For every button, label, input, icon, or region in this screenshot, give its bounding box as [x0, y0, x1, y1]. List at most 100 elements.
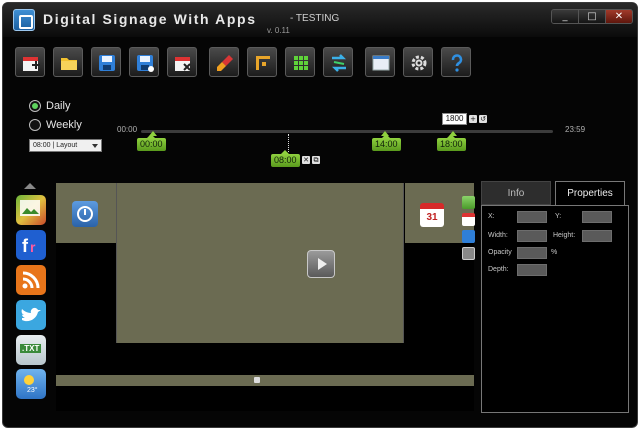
image-zone-icon[interactable]: [462, 196, 475, 209]
minimize-button[interactable]: _: [552, 10, 579, 23]
weekly-radio[interactable]: [29, 119, 41, 131]
depth-field[interactable]: [517, 264, 547, 276]
copy-marker-icon[interactable]: ⧉: [312, 156, 320, 164]
window-icon: [372, 55, 390, 71]
x-label: X:: [488, 213, 495, 220]
folder-icon: [61, 58, 77, 70]
text-file-widget[interactable]: .TXT: [16, 335, 46, 365]
clock-icon: [72, 201, 98, 227]
app-window: Digital Signage With Apps - TESTING v. 0…: [2, 2, 638, 428]
timeline-end-label: 23:59: [565, 125, 586, 134]
calendar-icon: 31: [420, 203, 444, 227]
layout-select-value: 08:00 | Layout: [33, 142, 78, 149]
video-zone-icon[interactable]: [462, 247, 475, 260]
gear-icon: [411, 55, 427, 71]
calendar-close-icon: [175, 57, 191, 71]
timeline-marker[interactable]: 08:00: [271, 150, 300, 167]
grid-button[interactable]: [285, 47, 315, 77]
floppy-star-icon: [137, 55, 154, 72]
tab-properties[interactable]: Properties: [555, 181, 625, 207]
calendar-add-icon: [23, 57, 40, 71]
play-icon: [307, 250, 335, 278]
properties-panel: Info Properties X: Y: Width: Height: Opa…: [481, 181, 629, 413]
rss-widget[interactable]: [16, 265, 46, 295]
width-field[interactable]: [517, 230, 547, 242]
daily-label: Daily: [46, 100, 71, 112]
y-label: Y:: [555, 213, 562, 220]
frame-icon: [256, 56, 270, 70]
timeline-marker[interactable]: 00:00: [137, 134, 166, 151]
x-field[interactable]: [517, 211, 547, 223]
svg-text:f: f: [22, 236, 29, 256]
new-layout-button[interactable]: [15, 47, 45, 77]
broom-icon: [217, 55, 233, 71]
video-zone[interactable]: [116, 183, 404, 343]
save-button[interactable]: [91, 47, 121, 77]
chevron-down-icon: [92, 144, 98, 148]
slideshow-widget[interactable]: [16, 195, 46, 225]
tab-info[interactable]: Info: [481, 181, 551, 205]
sync-icon: [331, 54, 347, 72]
window-button[interactable]: [365, 47, 395, 77]
rss-icon: [22, 271, 40, 289]
timeline-marker[interactable]: 14:00: [372, 134, 401, 151]
opacity-label: Opacity: [488, 249, 512, 256]
svg-text:r: r: [30, 239, 36, 255]
height-field[interactable]: [582, 230, 612, 242]
resize-handle[interactable]: [254, 377, 260, 383]
app-logo-icon: [13, 9, 35, 31]
layout-select[interactable]: 08:00 | Layout: [29, 139, 102, 152]
clear-button[interactable]: [209, 47, 239, 77]
title-bar[interactable]: Digital Signage With Apps - TESTING v. 0…: [3, 3, 637, 37]
height-label: Height:: [553, 232, 576, 239]
clock-zone[interactable]: [56, 183, 116, 243]
images-icon: [20, 200, 40, 216]
settings-button[interactable]: [403, 47, 433, 77]
save-as-button[interactable]: [129, 47, 159, 77]
twitter-bird-icon: [21, 307, 41, 322]
weather-widget[interactable]: 23°: [16, 369, 46, 399]
txt-label: .TXT: [20, 344, 42, 353]
sun-icon: [24, 375, 34, 385]
opacity-field[interactable]: [517, 247, 547, 259]
open-button[interactable]: [53, 47, 83, 77]
timeline-start-label: 00:00: [117, 125, 138, 134]
opacity-unit: %: [551, 249, 558, 256]
layout-canvas[interactable]: 31: [56, 183, 474, 411]
twitter-widget[interactable]: [16, 300, 46, 330]
app-subtitle: - TESTING: [290, 13, 340, 24]
frame-button[interactable]: [247, 47, 277, 77]
daily-option[interactable]: Daily: [29, 98, 70, 114]
close-button[interactable]: ✕: [606, 10, 632, 23]
maximize-button[interactable]: □: [579, 10, 606, 23]
floppy-icon: [99, 55, 115, 71]
weekly-option[interactable]: Weekly: [29, 117, 82, 133]
app-version: v. 0.11: [267, 26, 290, 35]
timeline-marker[interactable]: 18:00: [437, 134, 466, 151]
help-icon: [451, 54, 463, 72]
duration-input[interactable]: 1800: [442, 113, 467, 125]
flickr-widget[interactable]: fr: [16, 230, 46, 260]
app-title: Digital Signage With Apps: [43, 11, 257, 27]
weekly-label: Weekly: [46, 119, 82, 131]
y-field[interactable]: [582, 211, 612, 223]
weather-temp: 23°: [27, 387, 38, 394]
add-duration-icon[interactable]: +: [469, 115, 477, 123]
grid-icon: [294, 56, 308, 70]
reset-duration-icon[interactable]: ↺: [479, 115, 487, 123]
widgets-scroll-up[interactable]: [24, 183, 36, 189]
sync-button[interactable]: [323, 47, 353, 77]
window-controls: _ □ ✕: [551, 9, 633, 24]
timeline-track[interactable]: [141, 130, 553, 133]
width-label: Width:: [488, 232, 508, 239]
flickr-icon: fr: [22, 236, 36, 256]
daily-radio[interactable]: [29, 100, 41, 112]
ticker-zone[interactable]: [56, 375, 474, 386]
close-layout-button[interactable]: [167, 47, 197, 77]
help-button[interactable]: [441, 47, 471, 77]
depth-label: Depth:: [488, 266, 509, 273]
delete-marker-icon[interactable]: ✕: [302, 156, 310, 164]
clock-zone-icon[interactable]: [462, 230, 475, 243]
properties-body: X: Y: Width: Height: Opacity % Depth:: [481, 205, 629, 413]
calendar-zone-icon[interactable]: [462, 213, 475, 226]
